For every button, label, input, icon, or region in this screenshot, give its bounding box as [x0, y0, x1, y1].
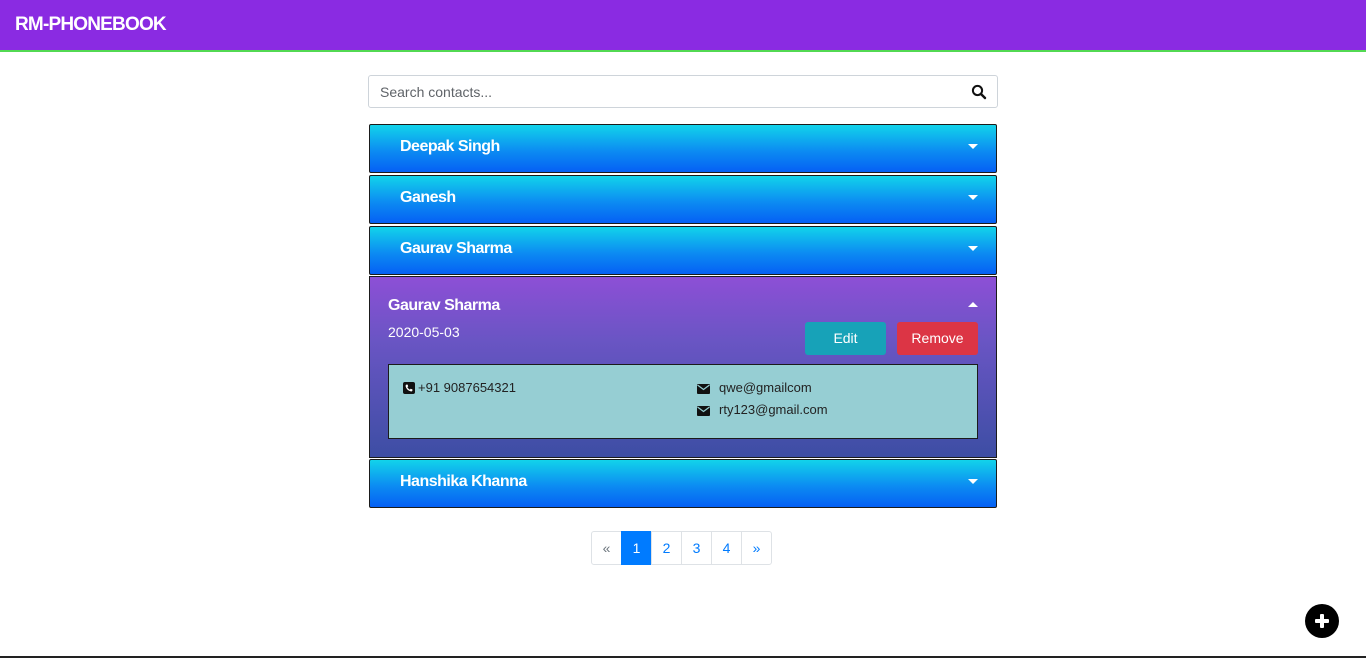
email-address: rty123@gmail.com	[719, 402, 828, 417]
add-contact-button[interactable]	[1305, 604, 1339, 638]
edit-button[interactable]: Edit	[805, 322, 886, 355]
remove-button[interactable]: Remove	[897, 322, 978, 355]
page-next[interactable]: »	[741, 531, 772, 565]
navbar: RM-PHONEBOOK	[0, 0, 1366, 52]
email-row: rty123@gmail.com	[697, 402, 828, 419]
phone-number: +91 9087654321	[418, 380, 516, 395]
envelope-icon	[697, 382, 710, 397]
contact-header-ganesh[interactable]: Ganesh	[369, 175, 997, 224]
contact-name: Gaurav Sharma	[400, 240, 512, 257]
page-4[interactable]: 4	[711, 531, 742, 565]
caret-up-icon[interactable]	[968, 302, 978, 307]
brand-logo[interactable]: RM-PHONEBOOK	[15, 14, 167, 36]
caret-down-icon	[968, 246, 978, 251]
phone-icon	[403, 382, 415, 397]
caret-down-icon	[968, 479, 978, 484]
page-1[interactable]: 1	[621, 531, 652, 565]
contact-header-hanshika-khanna[interactable]: Hanshika Khanna	[369, 459, 997, 508]
contact-header-deepak-singh[interactable]: Deepak Singh	[369, 124, 997, 173]
email-address: qwe@gmailcom	[719, 380, 812, 395]
caret-down-icon	[968, 144, 978, 149]
page-prev[interactable]: «	[591, 531, 622, 565]
search-bar	[368, 75, 998, 108]
email-row: qwe@gmailcom	[697, 380, 812, 397]
contact-name: Deepak Singh	[400, 138, 500, 155]
caret-down-icon	[968, 195, 978, 200]
page-2[interactable]: 2	[651, 531, 682, 565]
contact-detail-panel: Gaurav Sharma 2020-05-03 Edit Remove +91…	[369, 276, 997, 458]
page-3[interactable]: 3	[681, 531, 712, 565]
contact-info-box: +91 9087654321 qwe@gmailcom rty123@gmail…	[388, 364, 978, 439]
contact-name: Hanshika Khanna	[400, 473, 527, 490]
search-icon[interactable]	[971, 84, 987, 100]
envelope-icon	[697, 404, 710, 419]
contact-name: Ganesh	[400, 189, 456, 206]
detail-contact-name: Gaurav Sharma	[388, 297, 500, 314]
phone-row: +91 9087654321	[403, 380, 516, 397]
search-input[interactable]	[369, 76, 954, 107]
contact-header-gaurav-sharma[interactable]: Gaurav Sharma	[369, 226, 997, 275]
contact-date: 2020-05-03	[388, 324, 460, 340]
pagination: « 1 2 3 4 »	[591, 531, 772, 565]
